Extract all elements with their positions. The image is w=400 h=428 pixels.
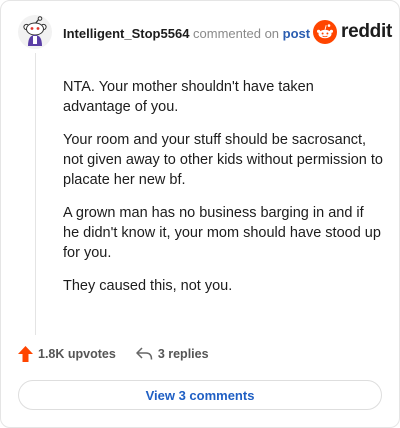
reddit-logo[interactable]: reddit xyxy=(313,20,392,44)
comment-body: NTA. Your mother shouldn't have taken ad… xyxy=(63,77,383,309)
replies-count: 3 replies xyxy=(157,347,209,361)
comment-paragraph: A grown man has no business barging in a… xyxy=(63,205,381,261)
comment-header: Intelligent_Stop5564 commented on post xyxy=(63,26,310,42)
reddit-wordmark: reddit xyxy=(341,21,392,42)
comment-card: Intelligent_Stop5564 commented on post r… xyxy=(0,0,400,428)
username[interactable]: Intelligent_Stop5564 xyxy=(63,26,189,41)
upvote-button[interactable]: 1.8K upvotes xyxy=(18,346,116,362)
commented-on-label: commented on xyxy=(193,26,280,41)
comment-paragraph: NTA. Your mother shouldn't have taken ad… xyxy=(63,79,314,115)
comment-actions: 1.8K upvotes 3 replies xyxy=(18,346,209,362)
view-comments-button[interactable]: View 3 comments xyxy=(18,380,382,410)
upvote-count: 1.8K upvotes xyxy=(38,347,116,361)
upvote-arrow-icon xyxy=(18,346,33,362)
reply-arrow-icon xyxy=(136,347,153,360)
comment-paragraph: They caused this, not you. xyxy=(63,278,233,294)
replies-button[interactable]: 3 replies xyxy=(136,347,209,361)
post-link[interactable]: post xyxy=(283,26,310,41)
comment-paragraph: Your room and your stuff should be sacro… xyxy=(63,132,383,188)
thread-line xyxy=(35,53,36,335)
user-avatar-icon[interactable] xyxy=(18,15,52,49)
reddit-logo-icon xyxy=(313,20,337,44)
